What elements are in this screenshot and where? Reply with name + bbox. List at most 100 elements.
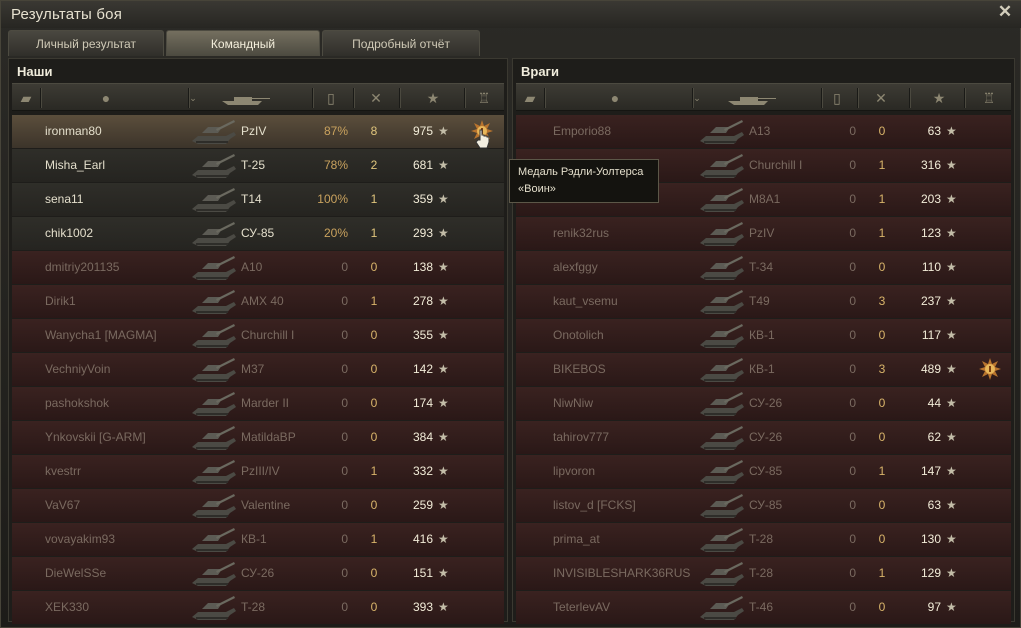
experience-star-icon[interactable]: ★: [931, 90, 947, 106]
damage-percent: 0: [849, 464, 856, 478]
tank-thumbnail: [192, 392, 236, 416]
experience-value: 975: [412, 124, 433, 138]
damage-percent: 0: [341, 260, 348, 274]
kills-count: 0: [370, 396, 378, 410]
table-row[interactable]: renik32rus PzIV 0 1 123 ★: [516, 217, 1011, 250]
squad-icon[interactable]: ▰: [522, 90, 538, 106]
tank-thumbnail: [192, 426, 236, 450]
kills-count: 0: [878, 430, 886, 444]
table-row[interactable]: VechniyVoin M37 0 0 142 ★: [12, 353, 504, 386]
table-row[interactable]: Onotolich КВ-1 0 0 117 ★: [516, 319, 1011, 352]
table-row[interactable]: Wanycha1 [MAGMA] Churchill I 0 0 355 ★: [12, 319, 504, 352]
table-row[interactable]: kaut_vsemu T49 0 3 237 ★: [516, 285, 1011, 318]
damage-percent: 0: [849, 124, 856, 138]
player-icon[interactable]: ●: [98, 90, 114, 106]
allies-header-row: ▰ ● ⌄ ▯ ✕ ★ ♖: [12, 83, 504, 111]
table-row[interactable]: vovayakim93 КВ-1 0 1 416 ★: [12, 523, 504, 556]
tab-personal-result[interactable]: Личный результат: [8, 30, 164, 56]
tank-thumbnail: [192, 494, 236, 518]
experience-value: 138: [412, 260, 433, 274]
tank-thumbnail: [192, 596, 236, 620]
sort-chevron-down-icon[interactable]: ⌄: [189, 90, 197, 106]
damage-percent: 0: [341, 566, 348, 580]
table-row[interactable]: ironman80 PzIV 87% 8 975 ★: [12, 115, 504, 148]
star-icon: ★: [946, 566, 957, 580]
experience-star-icon[interactable]: ★: [425, 90, 441, 106]
damage-percent: 0: [341, 396, 348, 410]
vehicle-name: СУ-26: [749, 396, 783, 410]
kills-count: 1: [878, 158, 886, 172]
table-row[interactable]: BIKEBOS КВ-1 0 3 489 ★: [516, 353, 1011, 386]
tank-column-icon[interactable]: [726, 90, 778, 106]
close-icon[interactable]: ✕: [996, 3, 1014, 21]
vehicle-name: T49: [749, 294, 770, 308]
table-row[interactable]: tahirov777 СУ-26 0 0 62 ★: [516, 421, 1011, 454]
star-icon: ★: [946, 158, 957, 172]
sort-chevron-down-icon[interactable]: ⌄: [693, 90, 701, 106]
kills-count: 0: [878, 124, 886, 138]
medal-column-icon[interactable]: ♖: [476, 90, 492, 106]
tank-column-icon[interactable]: [220, 90, 272, 106]
table-row[interactable]: lipvoron СУ-85 0 1 147 ★: [516, 455, 1011, 488]
table-row[interactable]: dmitriy201135 A10 0 0 138 ★: [12, 251, 504, 284]
table-row[interactable]: Emporio88 A13 0 0 63 ★: [516, 115, 1011, 148]
experience-value: 237: [920, 294, 941, 308]
tank-thumbnail: [700, 290, 744, 314]
player-name: NiwNiw: [553, 396, 593, 410]
player-name: lipvoron: [553, 464, 596, 478]
damage-percent: 0: [849, 226, 856, 240]
experience-value: 393: [412, 600, 433, 614]
vehicle-name: КВ-1: [749, 328, 775, 342]
table-row[interactable]: Misha_Earl T-25 78% 2 681 ★: [12, 149, 504, 182]
damage-percent: 100%: [317, 192, 348, 206]
table-row[interactable]: Ynkovskii [G-ARM] MatildaBP 0 0 384 ★: [12, 421, 504, 454]
player-name: tahirov777: [553, 430, 610, 444]
kills-count: 1: [878, 566, 886, 580]
tank-thumbnail: [192, 358, 236, 382]
experience-value: 117: [921, 328, 941, 342]
damage-percent: 0: [341, 498, 348, 512]
kills-count: 1: [370, 294, 378, 308]
tank-thumbnail: [192, 324, 236, 348]
table-row[interactable]: listov_d [FCKS] СУ-85 0 0 63 ★: [516, 489, 1011, 522]
medal-column-icon[interactable]: ♖: [981, 90, 997, 106]
kills-tank-icon[interactable]: ✕: [868, 90, 894, 106]
table-row[interactable]: prima_at T-28 0 0 130 ★: [516, 523, 1011, 556]
vehicle-name: T-34: [749, 260, 774, 274]
squad-icon[interactable]: ▰: [18, 90, 34, 106]
damage-percent: 0: [849, 362, 856, 376]
table-row[interactable]: XEK330 T-28 0 0 393 ★: [12, 591, 504, 624]
player-icon[interactable]: ●: [607, 90, 623, 106]
player-name: Emporio88: [553, 124, 612, 138]
table-row[interactable]: Dirik1 AMX 40 0 1 278 ★: [12, 285, 504, 318]
star-icon: ★: [946, 362, 957, 376]
table-row[interactable]: TeterlevAV T-46 0 0 97 ★: [516, 591, 1011, 624]
kills-count: 0: [370, 566, 378, 580]
star-icon: ★: [946, 294, 957, 308]
table-row[interactable]: pashokshok Marder II 0 0 174 ★: [12, 387, 504, 420]
health-shield-icon[interactable]: ▯: [829, 90, 845, 106]
table-row[interactable]: kvestrr PzIII/IV 0 1 332 ★: [12, 455, 504, 488]
table-row[interactable]: sena11 T14 100% 1 359 ★: [12, 183, 504, 216]
player-name: INVISIBLESHARK36RUS: [553, 566, 691, 580]
kills-tank-icon[interactable]: ✕: [363, 90, 389, 106]
star-icon: ★: [438, 600, 449, 614]
table-row[interactable]: chik1002 СУ-85 20% 1 293 ★: [12, 217, 504, 250]
table-row[interactable]: alexfggy T-34 0 0 110 ★: [516, 251, 1011, 284]
player-name: Wanycha1 [MAGMA]: [45, 328, 157, 342]
damage-percent: 0: [341, 532, 348, 546]
star-icon: ★: [946, 192, 957, 206]
tank-thumbnail: [192, 290, 236, 314]
kills-count: 0: [878, 498, 886, 512]
table-row[interactable]: DieWelSSe СУ-26 0 0 151 ★: [12, 557, 504, 590]
warrior-medal-icon[interactable]: [979, 358, 1001, 380]
damage-percent: 0: [849, 600, 856, 614]
kills-count: 8: [370, 124, 378, 138]
tab-detailed-report[interactable]: Подробный отчёт: [322, 30, 480, 56]
table-row[interactable]: NiwNiw СУ-26 0 0 44 ★: [516, 387, 1011, 420]
health-shield-icon[interactable]: ▯: [323, 90, 339, 106]
table-row[interactable]: VaV67 Valentine 0 0 259 ★: [12, 489, 504, 522]
vehicle-name: СУ-85: [749, 498, 783, 512]
tab-team-result[interactable]: Командный результат: [166, 30, 320, 77]
table-row[interactable]: INVISIBLESHARK36RUS T-28 0 1 129 ★: [516, 557, 1011, 590]
